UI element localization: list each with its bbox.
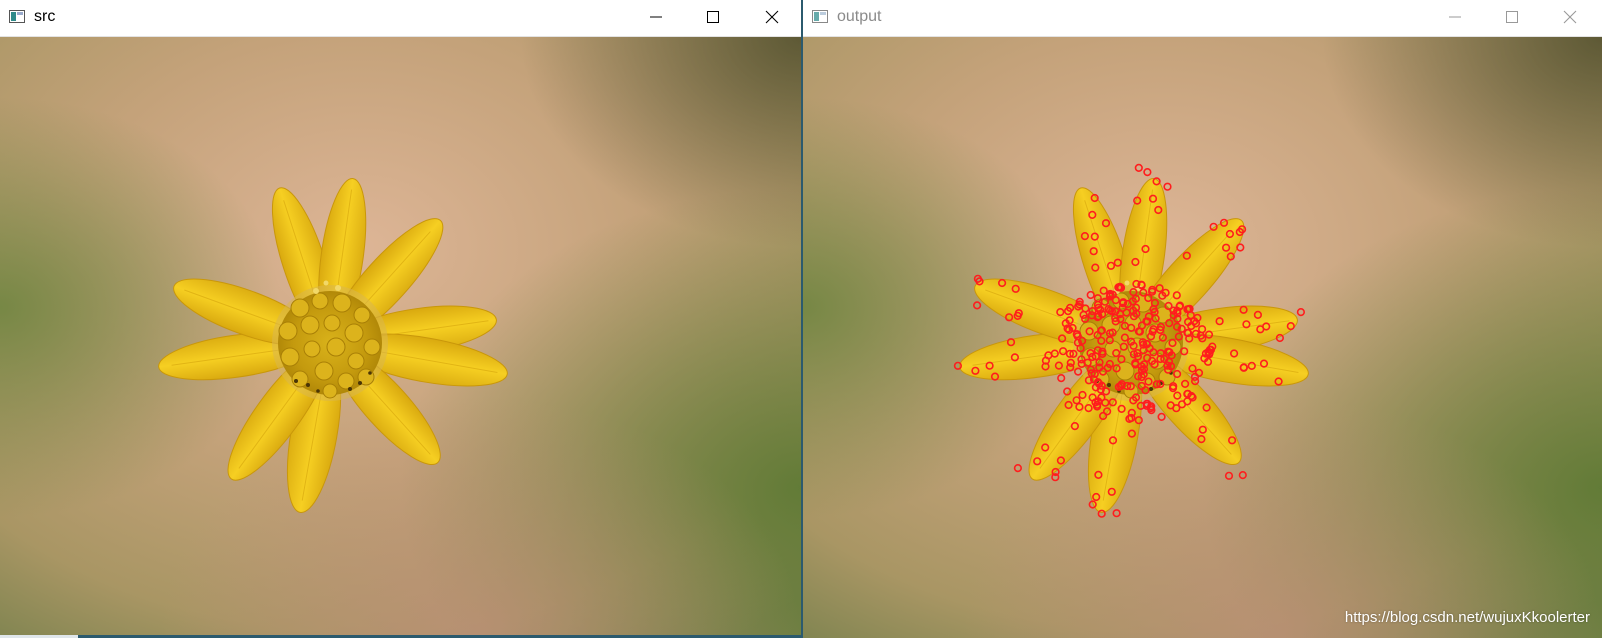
app-icon xyxy=(812,10,828,23)
output-titlebar[interactable]: output xyxy=(803,0,1602,37)
src-image xyxy=(0,37,801,638)
watermark: https://blog.csdn.net/wujuxKkoolerter xyxy=(1344,609,1590,626)
maximize-icon[interactable] xyxy=(1489,0,1535,34)
close-icon[interactable] xyxy=(749,0,795,34)
window-title: output xyxy=(837,8,882,25)
window-title: src xyxy=(34,8,56,25)
close-icon[interactable] xyxy=(1547,0,1593,34)
maximize-icon[interactable] xyxy=(690,0,736,34)
output-window: output https://blog.csdn.net/wujuxKkoole… xyxy=(803,0,1602,638)
minimize-icon[interactable] xyxy=(1432,0,1478,34)
src-titlebar[interactable]: src xyxy=(0,0,801,37)
output-image: https://blog.csdn.net/wujuxKkoolerter xyxy=(803,37,1602,638)
app-icon xyxy=(9,10,25,23)
src-window: src xyxy=(0,0,801,638)
minimize-icon[interactable] xyxy=(633,0,679,34)
